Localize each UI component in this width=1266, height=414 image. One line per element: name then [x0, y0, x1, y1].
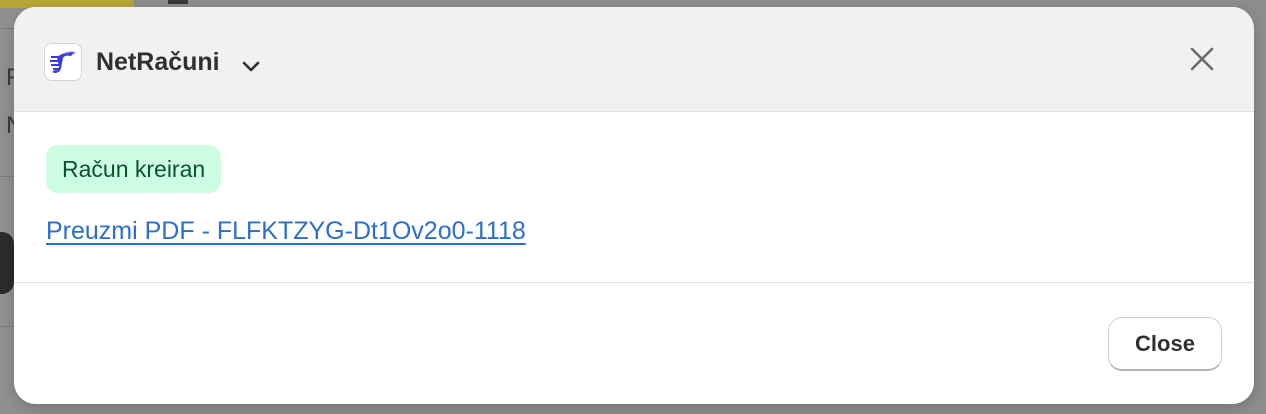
- background-icon: [168, 0, 188, 4]
- status-badge: Račun kreiran: [46, 145, 222, 193]
- chevron-down-icon[interactable]: [240, 55, 262, 77]
- modal-dialog: NetRačuni Račun kreiran Preuzmi PDF - FL…: [14, 7, 1254, 404]
- modal-body: Račun kreiran Preuzmi PDF - FLFKTZYG-Dt1…: [14, 112, 1254, 283]
- close-icon[interactable]: [1188, 45, 1216, 73]
- netracuni-logo-icon: [44, 43, 82, 81]
- modal-header: NetRačuni: [14, 7, 1254, 112]
- background-image: [0, 232, 14, 294]
- download-pdf-link[interactable]: Preuzmi PDF - FLFKTZYG-Dt1Ov2o0-1118: [46, 216, 526, 246]
- modal-footer: Close: [14, 283, 1254, 404]
- close-button[interactable]: Close: [1108, 317, 1222, 371]
- app-title[interactable]: NetRačuni: [96, 47, 220, 77]
